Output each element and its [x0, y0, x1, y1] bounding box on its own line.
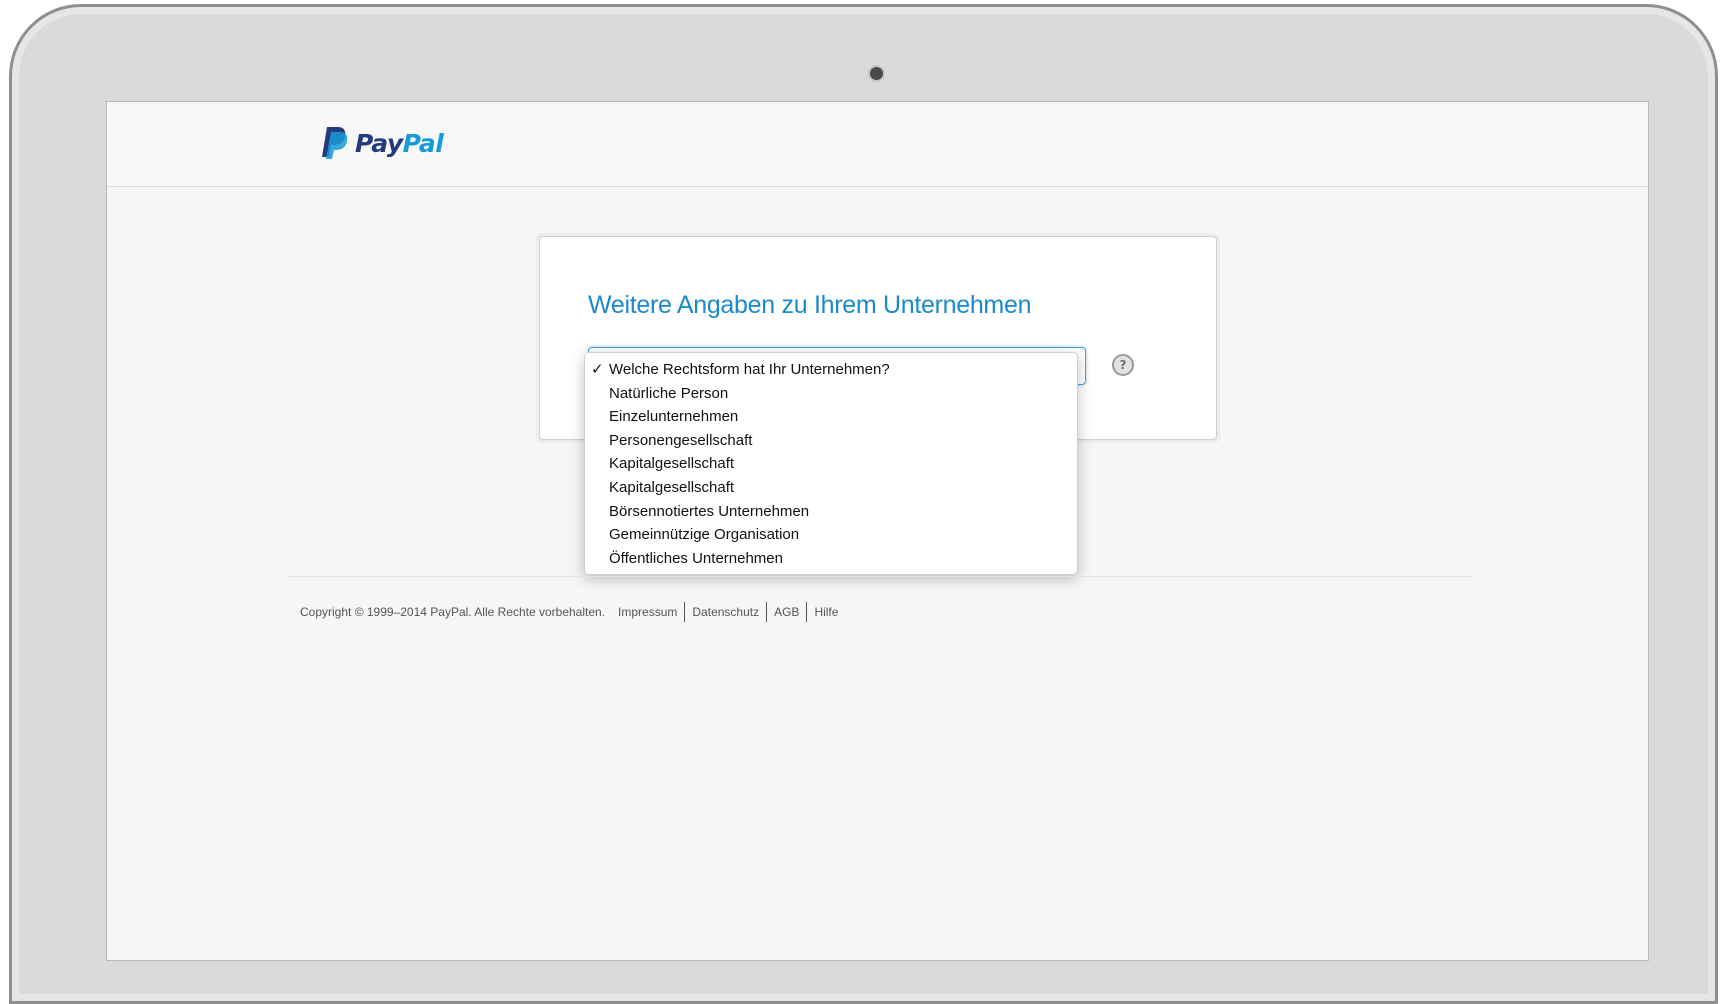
paypal-logo[interactable]: PayPal: [319, 126, 444, 160]
copyright-text: Copyright © 1999–2014 PayPal. Alle Recht…: [300, 605, 606, 619]
dropdown-option-placeholder[interactable]: ✓ Welche Rechtsform hat Ihr Unternehmen?: [585, 358, 1077, 382]
footer-divider: [287, 576, 1473, 577]
legal-form-dropdown-menu: ✓ Welche Rechtsform hat Ihr Unternehmen?…: [584, 352, 1078, 576]
dropdown-option-boersennotiertes-unternehmen[interactable]: Börsennotiertes Unternehmen: [585, 500, 1077, 524]
dropdown-option-label: Einzelunternehmen: [609, 408, 739, 426]
dropdown-option-label: Personengesellschaft: [609, 431, 753, 449]
dropdown-option-gemeinnuetzige-organisation[interactable]: Gemeinnützige Organisation: [585, 523, 1077, 547]
footer-link-hilfe[interactable]: Hilfe: [807, 603, 845, 621]
footer-link-agb[interactable]: AGB: [767, 603, 806, 621]
footer-link-datenschutz[interactable]: Datenschutz: [685, 603, 766, 621]
dropdown-option-oeffentliches-unternehmen[interactable]: Öffentliches Unternehmen: [585, 547, 1077, 571]
logo-word-pay: Pay: [355, 128, 403, 158]
site-footer: Copyright © 1999–2014 PayPal. Alle Recht…: [300, 602, 845, 622]
dropdown-option-personengesellschaft[interactable]: Personengesellschaft: [585, 429, 1077, 453]
dropdown-option-kapitalgesellschaft-2[interactable]: Kapitalgesellschaft: [585, 476, 1077, 500]
dropdown-option-label: Kapitalgesellschaft: [609, 455, 735, 473]
checkmark-icon: ✓: [591, 361, 604, 378]
page-title: Weitere Angaben zu Ihrem Unternehmen: [588, 291, 1032, 319]
logo-word-pal: Pal: [402, 128, 444, 158]
camera-icon: [870, 67, 883, 80]
dropdown-option-label: Natürliche Person: [609, 384, 729, 402]
dropdown-option-label: Börsennotiertes Unternehmen: [609, 502, 810, 520]
dropdown-option-einzelunternehmen[interactable]: Einzelunternehmen: [585, 405, 1077, 429]
help-icon[interactable]: ?: [1112, 354, 1134, 376]
dropdown-option-kapitalgesellschaft[interactable]: Kapitalgesellschaft: [585, 452, 1077, 476]
site-header: PayPal: [107, 102, 1648, 187]
browser-screen: PayPal Weitere Angaben zu Ihrem Unterneh…: [106, 101, 1649, 961]
paypal-mark-icon: [322, 127, 347, 159]
dropdown-option-label: Kapitalgesellschaft: [609, 478, 735, 496]
dropdown-option-label: Öffentliches Unternehmen: [609, 549, 783, 567]
dropdown-option-label: Gemeinnützige Organisation: [609, 526, 800, 544]
footer-link-impressum[interactable]: Impressum: [618, 603, 684, 621]
paypal-wordmark: PayPal: [355, 128, 444, 158]
laptop-frame: PayPal Weitere Angaben zu Ihrem Unterneh…: [9, 4, 1718, 1004]
dropdown-option-natuerliche-person[interactable]: Natürliche Person: [585, 382, 1077, 406]
dropdown-option-label: Welche Rechtsform hat Ihr Unternehmen?: [609, 361, 890, 378]
